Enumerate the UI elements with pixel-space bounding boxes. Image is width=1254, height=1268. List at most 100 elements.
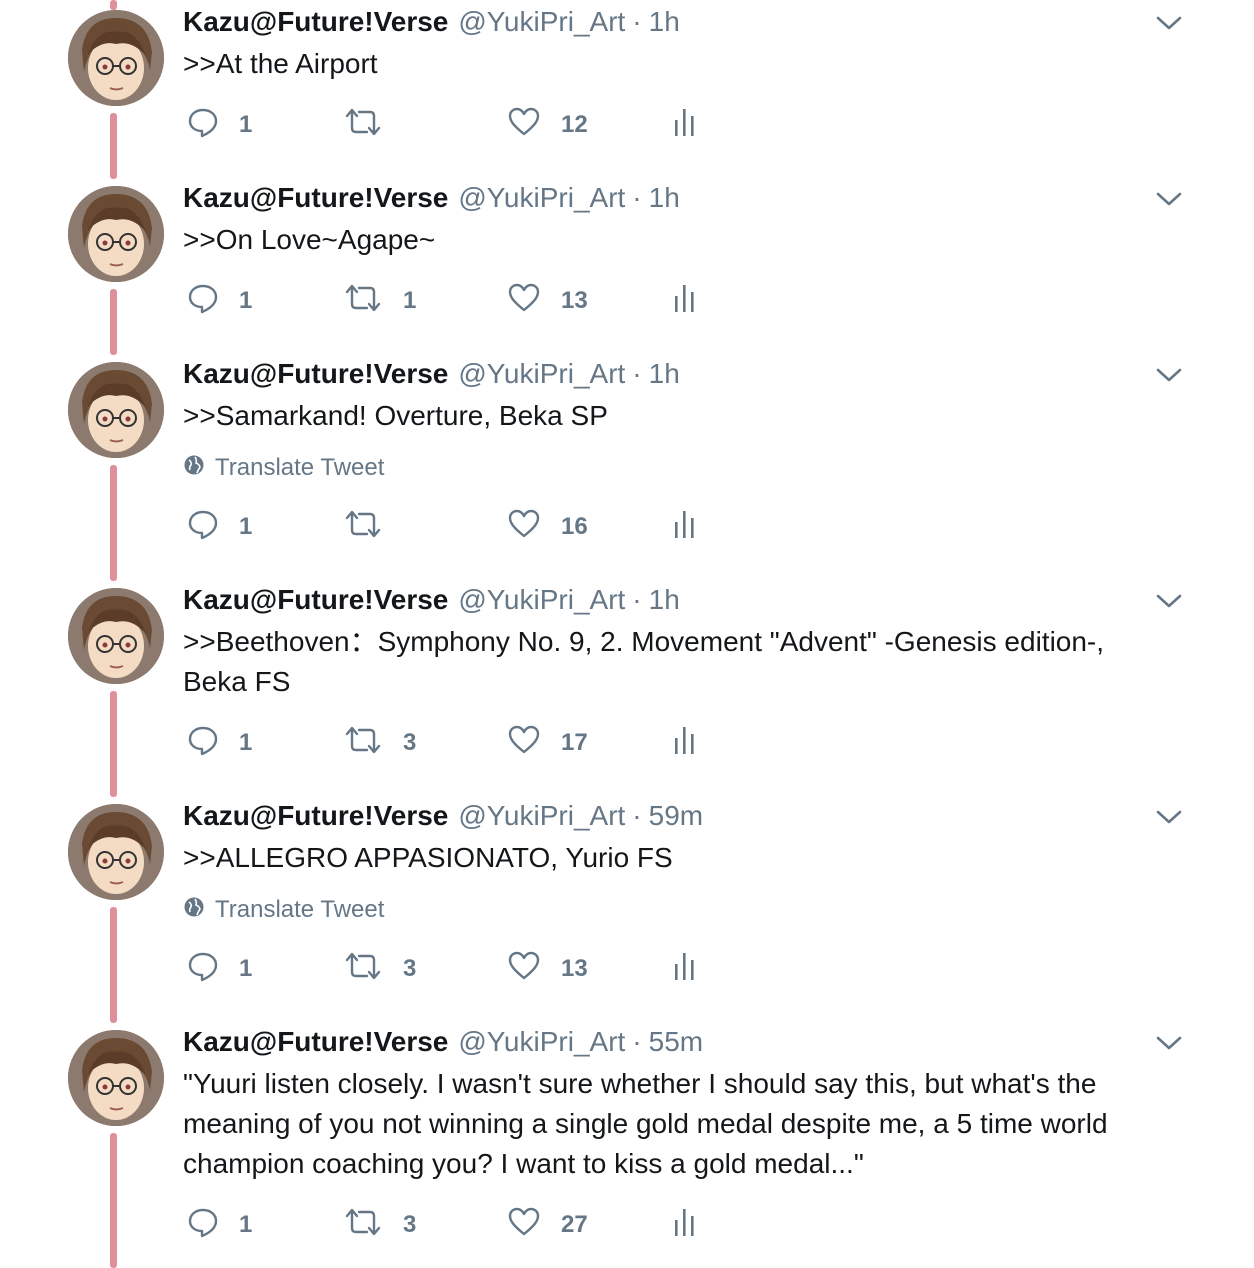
- separator-dot: ·: [632, 6, 642, 37]
- chevron-down-icon[interactable]: [1154, 804, 1184, 830]
- thread-line: [110, 289, 117, 355]
- heart-icon: [507, 508, 541, 547]
- chevron-down-icon[interactable]: [1154, 186, 1184, 212]
- reply-bubble-icon: [187, 1206, 219, 1245]
- heart-icon: [507, 950, 541, 989]
- like-button[interactable]: 13: [507, 947, 588, 991]
- retweet-button[interactable]: 3: [343, 947, 416, 991]
- timestamp[interactable]: 55m: [649, 1026, 703, 1058]
- chevron-down-icon[interactable]: [1154, 588, 1184, 614]
- analytics-button[interactable]: [673, 103, 697, 147]
- retweet-button[interactable]: [343, 103, 403, 147]
- tweet-text: >>Beethoven：Symphony No. 9, 2. Movement …: [183, 626, 1105, 697]
- display-name[interactable]: Kazu@Future!Verse: [183, 1026, 448, 1058]
- reply-count: 1: [239, 955, 253, 982]
- retweet-button[interactable]: [343, 505, 403, 549]
- user-handle[interactable]: @YukiPri_Art: [458, 358, 625, 390]
- thread-line: [110, 1133, 117, 1268]
- avatar[interactable]: [68, 588, 164, 684]
- translate-tweet-link[interactable]: Translate Tweet: [183, 890, 1143, 930]
- reply-bubble-icon: [187, 950, 219, 989]
- retweet-button[interactable]: 3: [343, 721, 416, 765]
- user-handle[interactable]: @YukiPri_Art: [458, 584, 625, 616]
- tweet-text: >>On Love~Agape~: [183, 224, 436, 255]
- timestamp[interactable]: 1h: [649, 182, 680, 214]
- reply-button[interactable]: 1: [187, 279, 252, 323]
- translate-tweet-link[interactable]: Translate Tweet: [183, 448, 1143, 488]
- like-button[interactable]: 12: [507, 103, 588, 147]
- retweet-button[interactable]: 3: [343, 1203, 416, 1247]
- reply-count: 1: [239, 287, 253, 314]
- timestamp[interactable]: 1h: [649, 358, 680, 390]
- avatar[interactable]: [68, 10, 164, 106]
- timestamp[interactable]: 59m: [649, 800, 703, 832]
- analytics-button[interactable]: [673, 505, 697, 549]
- tweet-actions: 1 12: [183, 103, 743, 147]
- analytics-button[interactable]: [673, 279, 697, 323]
- reply-bubble-icon: [187, 724, 219, 763]
- reply-count: 1: [239, 111, 253, 138]
- display-name[interactable]: Kazu@Future!Verse: [183, 800, 448, 832]
- retweet-arrows-icon: [343, 106, 383, 145]
- display-name[interactable]: Kazu@Future!Verse: [183, 584, 448, 616]
- chevron-down-icon[interactable]: [1154, 362, 1184, 388]
- separator-dot: ·: [632, 182, 642, 213]
- retweet-count: 3: [403, 729, 417, 756]
- user-handle[interactable]: @YukiPri_Art: [458, 182, 625, 214]
- reply-bubble-icon: [187, 508, 219, 547]
- reply-count: 1: [239, 1211, 253, 1238]
- like-button[interactable]: 16: [507, 505, 588, 549]
- translate-label: Translate Tweet: [215, 896, 385, 923]
- tweet-header: Kazu@Future!Verse @YukiPri_Art · 1h: [183, 0, 1143, 44]
- display-name[interactable]: Kazu@Future!Verse: [183, 182, 448, 214]
- bar-chart-icon: [673, 508, 697, 547]
- retweet-count: 3: [403, 1211, 417, 1238]
- avatar[interactable]: [68, 186, 164, 282]
- thread-line: [110, 0, 117, 10]
- retweet-button[interactable]: 1: [343, 279, 416, 323]
- heart-icon: [507, 282, 541, 321]
- reply-count: 1: [239, 513, 253, 540]
- tweet-content: Kazu@Future!Verse @YukiPri_Art · 1h >>Sa…: [183, 352, 1143, 488]
- heart-icon: [507, 1206, 541, 1245]
- timestamp[interactable]: 1h: [649, 6, 680, 38]
- like-count: 13: [561, 955, 588, 982]
- reply-bubble-icon: [187, 106, 219, 145]
- separator-dot: ·: [632, 800, 642, 831]
- tweet-actions: 1 3 27: [183, 1203, 743, 1247]
- tweet-content: Kazu@Future!Verse @YukiPri_Art · 59m >>A…: [183, 794, 1143, 930]
- tweet-content: Kazu@Future!Verse @YukiPri_Art · 1h >>At…: [183, 0, 1143, 84]
- like-button[interactable]: 13: [507, 279, 588, 323]
- reply-button[interactable]: 1: [187, 1203, 252, 1247]
- analytics-button[interactable]: [673, 947, 697, 991]
- timestamp[interactable]: 1h: [649, 584, 680, 616]
- avatar[interactable]: [68, 804, 164, 900]
- like-button[interactable]: 27: [507, 1203, 588, 1247]
- tweet-text: >>At the Airport: [183, 48, 378, 79]
- display-name[interactable]: Kazu@Future!Verse: [183, 358, 448, 390]
- retweet-arrows-icon: [343, 282, 383, 321]
- tweet-header: Kazu@Future!Verse @YukiPri_Art · 1h: [183, 352, 1143, 396]
- chevron-down-icon[interactable]: [1154, 10, 1184, 36]
- bar-chart-icon: [673, 106, 697, 145]
- separator-dot: ·: [632, 358, 642, 389]
- globe-icon: [183, 454, 215, 483]
- translate-label: Translate Tweet: [215, 454, 385, 481]
- reply-button[interactable]: 1: [187, 947, 252, 991]
- avatar[interactable]: [68, 362, 164, 458]
- user-handle[interactable]: @YukiPri_Art: [458, 800, 625, 832]
- reply-button[interactable]: 1: [187, 505, 252, 549]
- avatar[interactable]: [68, 1030, 164, 1126]
- tweet-header: Kazu@Future!Verse @YukiPri_Art · 55m: [183, 1020, 1143, 1064]
- thread-line: [110, 907, 117, 1023]
- analytics-button[interactable]: [673, 721, 697, 765]
- user-handle[interactable]: @YukiPri_Art: [458, 6, 625, 38]
- user-handle[interactable]: @YukiPri_Art: [458, 1026, 625, 1058]
- reply-button[interactable]: 1: [187, 103, 252, 147]
- like-button[interactable]: 17: [507, 721, 588, 765]
- chevron-down-icon[interactable]: [1154, 1030, 1184, 1056]
- reply-button[interactable]: 1: [187, 721, 252, 765]
- tweet-header: Kazu@Future!Verse @YukiPri_Art · 59m: [183, 794, 1143, 838]
- analytics-button[interactable]: [673, 1203, 697, 1247]
- display-name[interactable]: Kazu@Future!Verse: [183, 6, 448, 38]
